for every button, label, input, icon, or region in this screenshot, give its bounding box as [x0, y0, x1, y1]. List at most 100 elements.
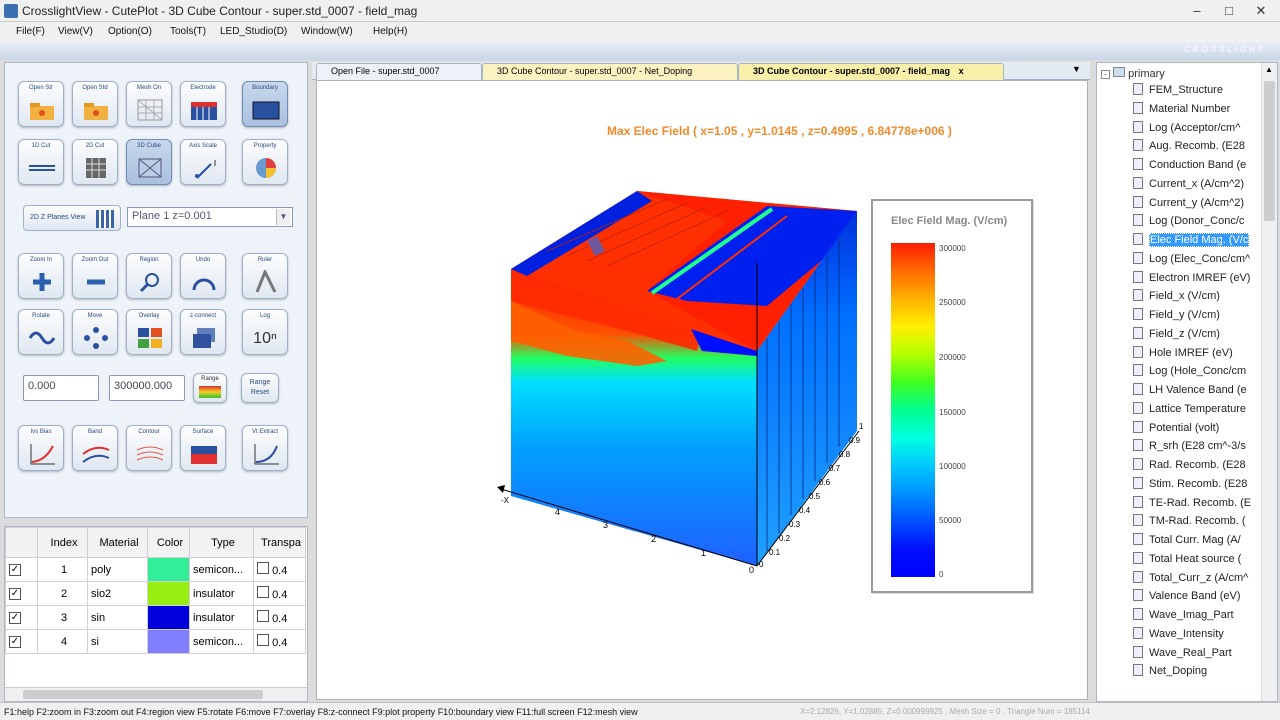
maximize-button[interactable]: □: [1214, 0, 1244, 22]
range-button[interactable]: Range: [193, 373, 227, 403]
transparency-checkbox[interactable]: [257, 562, 269, 574]
1d-cut-button[interactable]: 1D Cut: [18, 139, 64, 185]
rotate-button[interactable]: Rotate: [18, 309, 64, 355]
tree-item[interactable]: Stim. Recomb. (E28: [1133, 476, 1261, 495]
boundary-button[interactable]: Boundary: [242, 81, 288, 127]
tree-root[interactable]: - primary: [1101, 67, 1165, 80]
cell-color-swatch[interactable]: [147, 557, 190, 582]
surface-button[interactable]: Surface: [180, 425, 226, 471]
scrollbar-thumb[interactable]: [23, 690, 263, 699]
tree-item[interactable]: Log (Elec_Conc/cm^: [1133, 251, 1261, 270]
tree-item[interactable]: TM-Rad. Recomb. (: [1133, 514, 1261, 532]
3d-cube-button[interactable]: 3D Cube: [126, 139, 172, 185]
3d-cube-contour-plot[interactable]: -X 4 3 2 1 0 1 0.9 0.8 0.7 0.6 0.5 0.4 0…: [487, 181, 867, 581]
menu-help[interactable]: Help(H): [373, 26, 407, 37]
tree-item[interactable]: Log (Hole_Conc/cm: [1133, 364, 1261, 382]
tree-item[interactable]: Total Curr. Mag (A/: [1133, 533, 1261, 551]
column-header-material[interactable]: Material: [87, 527, 148, 558]
contour-button[interactable]: Contour: [126, 425, 172, 471]
plot-canvas[interactable]: Max Elec Field ( x=1.05 , y=1.0145 , z=0…: [316, 80, 1088, 700]
tab-list-dropdown-icon[interactable]: ▼: [1072, 64, 1081, 74]
mesh-on-button[interactable]: Mesh On: [126, 81, 172, 127]
range-max-input[interactable]: 300000.000: [109, 375, 185, 401]
visible-checkbox[interactable]: ✓: [9, 588, 21, 600]
zoom-out-button[interactable]: Zoom Out: [72, 253, 118, 299]
tree-item[interactable]: Material Number: [1133, 101, 1261, 120]
visible-checkbox[interactable]: ✓: [9, 564, 21, 576]
tree-item[interactable]: Field_y (V/cm): [1133, 308, 1261, 326]
tree-item[interactable]: Wave_Imag_Part: [1133, 608, 1261, 626]
tree-item[interactable]: Elec Field Mag. (V/c: [1133, 233, 1261, 251]
tree-item[interactable]: Total_Curr_z (A/cm^: [1133, 570, 1261, 589]
log-button[interactable]: Log 10ⁿ: [242, 309, 288, 355]
tree-item[interactable]: FEM_Structure: [1133, 83, 1261, 101]
table-row[interactable]: ✓ 2 sio2 insulator 0.4: [5, 581, 306, 606]
cell-color-swatch[interactable]: [147, 605, 190, 630]
table-row[interactable]: ✓ 3 sin insulator 0.4: [5, 605, 306, 630]
menu-option[interactable]: Option(O): [108, 26, 152, 37]
range-min-input[interactable]: 0.000: [23, 375, 99, 401]
transparency-checkbox[interactable]: [257, 586, 269, 598]
scrollbar-thumb[interactable]: [1264, 81, 1275, 221]
cell-color-swatch[interactable]: [147, 581, 190, 606]
tree-item[interactable]: Hole IMREF (eV): [1133, 345, 1261, 364]
vertical-scrollbar[interactable]: ▲: [1261, 63, 1277, 701]
horizontal-scrollbar[interactable]: [5, 687, 307, 701]
visible-checkbox[interactable]: ✓: [9, 612, 21, 624]
menu-tools[interactable]: Tools(T): [170, 26, 206, 37]
menu-window[interactable]: Window(W): [301, 26, 353, 37]
tree-item[interactable]: Aug. Recomb. (E28: [1133, 139, 1261, 157]
tree-item[interactable]: Wave_Intensity: [1133, 626, 1261, 645]
axis-scale-button[interactable]: Axis Scale: [180, 139, 226, 185]
transparency-checkbox[interactable]: [257, 610, 269, 622]
range-reset-button[interactable]: Range Reset: [241, 373, 279, 403]
tree-item[interactable]: Valence Band (eV): [1133, 589, 1261, 607]
2d-cut-button[interactable]: 2D Cut: [72, 139, 118, 185]
2d-z-planes-view-button[interactable]: 2D Z Planes View: [23, 205, 121, 231]
undo-button[interactable]: Undo: [180, 253, 226, 299]
close-button[interactable]: ✕: [1246, 0, 1276, 22]
menu-led-studio[interactable]: LED_Studio(D): [220, 26, 287, 37]
tree-item[interactable]: LH Valence Band (e: [1133, 383, 1261, 401]
property-button[interactable]: Property: [242, 139, 288, 185]
menu-file[interactable]: File(F): [16, 26, 45, 37]
tree-item[interactable]: R_srh (E28 cm^-3/s: [1133, 439, 1261, 457]
tree-item[interactable]: Log (Donor_Conc/c: [1133, 214, 1261, 232]
tree-item[interactable]: Potential (volt): [1133, 420, 1261, 439]
electrode-button[interactable]: Electrode: [180, 81, 226, 127]
vt-extract-button[interactable]: Vt Extract: [242, 425, 288, 471]
menu-view[interactable]: View(V): [58, 26, 93, 37]
minimize-button[interactable]: –: [1182, 0, 1212, 22]
overlay-button[interactable]: Overlay: [126, 309, 172, 355]
tree-item[interactable]: TE-Rad. Recomb. (E: [1133, 495, 1261, 514]
tab-field-mag[interactable]: 3D Cube Contour - super.std_0007 - field…: [738, 63, 1004, 80]
column-header-index[interactable]: Index: [37, 527, 88, 558]
z-connect-button[interactable]: z-connect: [180, 309, 226, 355]
table-row[interactable]: ✓ 1 poly semicon... 0.4: [5, 557, 306, 582]
cell-color-swatch[interactable]: [147, 629, 190, 654]
column-header-transparency[interactable]: Transpa: [253, 527, 306, 558]
column-header-type[interactable]: Type: [189, 527, 254, 558]
column-header-color[interactable]: Color: [147, 527, 190, 558]
tree-item[interactable]: Current_y (A/cm^2): [1133, 195, 1261, 214]
transparency-checkbox[interactable]: [257, 634, 269, 646]
tree-item[interactable]: Rad. Recomb. (E28: [1133, 458, 1261, 476]
tree-item[interactable]: Current_x (A/cm^2): [1133, 176, 1261, 195]
tree-item[interactable]: Net_Doping: [1133, 664, 1261, 682]
zoom-in-button[interactable]: Zoom In: [18, 253, 64, 299]
collapse-icon[interactable]: -: [1101, 70, 1110, 79]
tree-item[interactable]: Log (Acceptor/cm^: [1133, 120, 1261, 139]
tree-item[interactable]: Field_z (V/cm): [1133, 326, 1261, 345]
tab-net-doping[interactable]: 3D Cube Contour - super.std_0007 - Net_D…: [482, 63, 738, 80]
tree-item[interactable]: Field_x (V/cm): [1133, 289, 1261, 307]
close-tab-icon[interactable]: x: [959, 66, 964, 76]
tab-open-file[interactable]: Open File - super.std_0007: [316, 63, 482, 80]
open-std-button[interactable]: Open Std: [72, 81, 118, 127]
chevron-down-icon[interactable]: ▼: [276, 209, 290, 225]
region-button[interactable]: Region: [126, 253, 172, 299]
tree-item[interactable]: Lattice Temperature: [1133, 401, 1261, 420]
move-button[interactable]: Move: [72, 309, 118, 355]
plane-select[interactable]: Plane 1 z=0.001 ▼: [127, 207, 293, 227]
table-row[interactable]: ✓ 4 si semicon... 0.4: [5, 629, 306, 654]
ruler-button[interactable]: Ruler: [242, 253, 288, 299]
